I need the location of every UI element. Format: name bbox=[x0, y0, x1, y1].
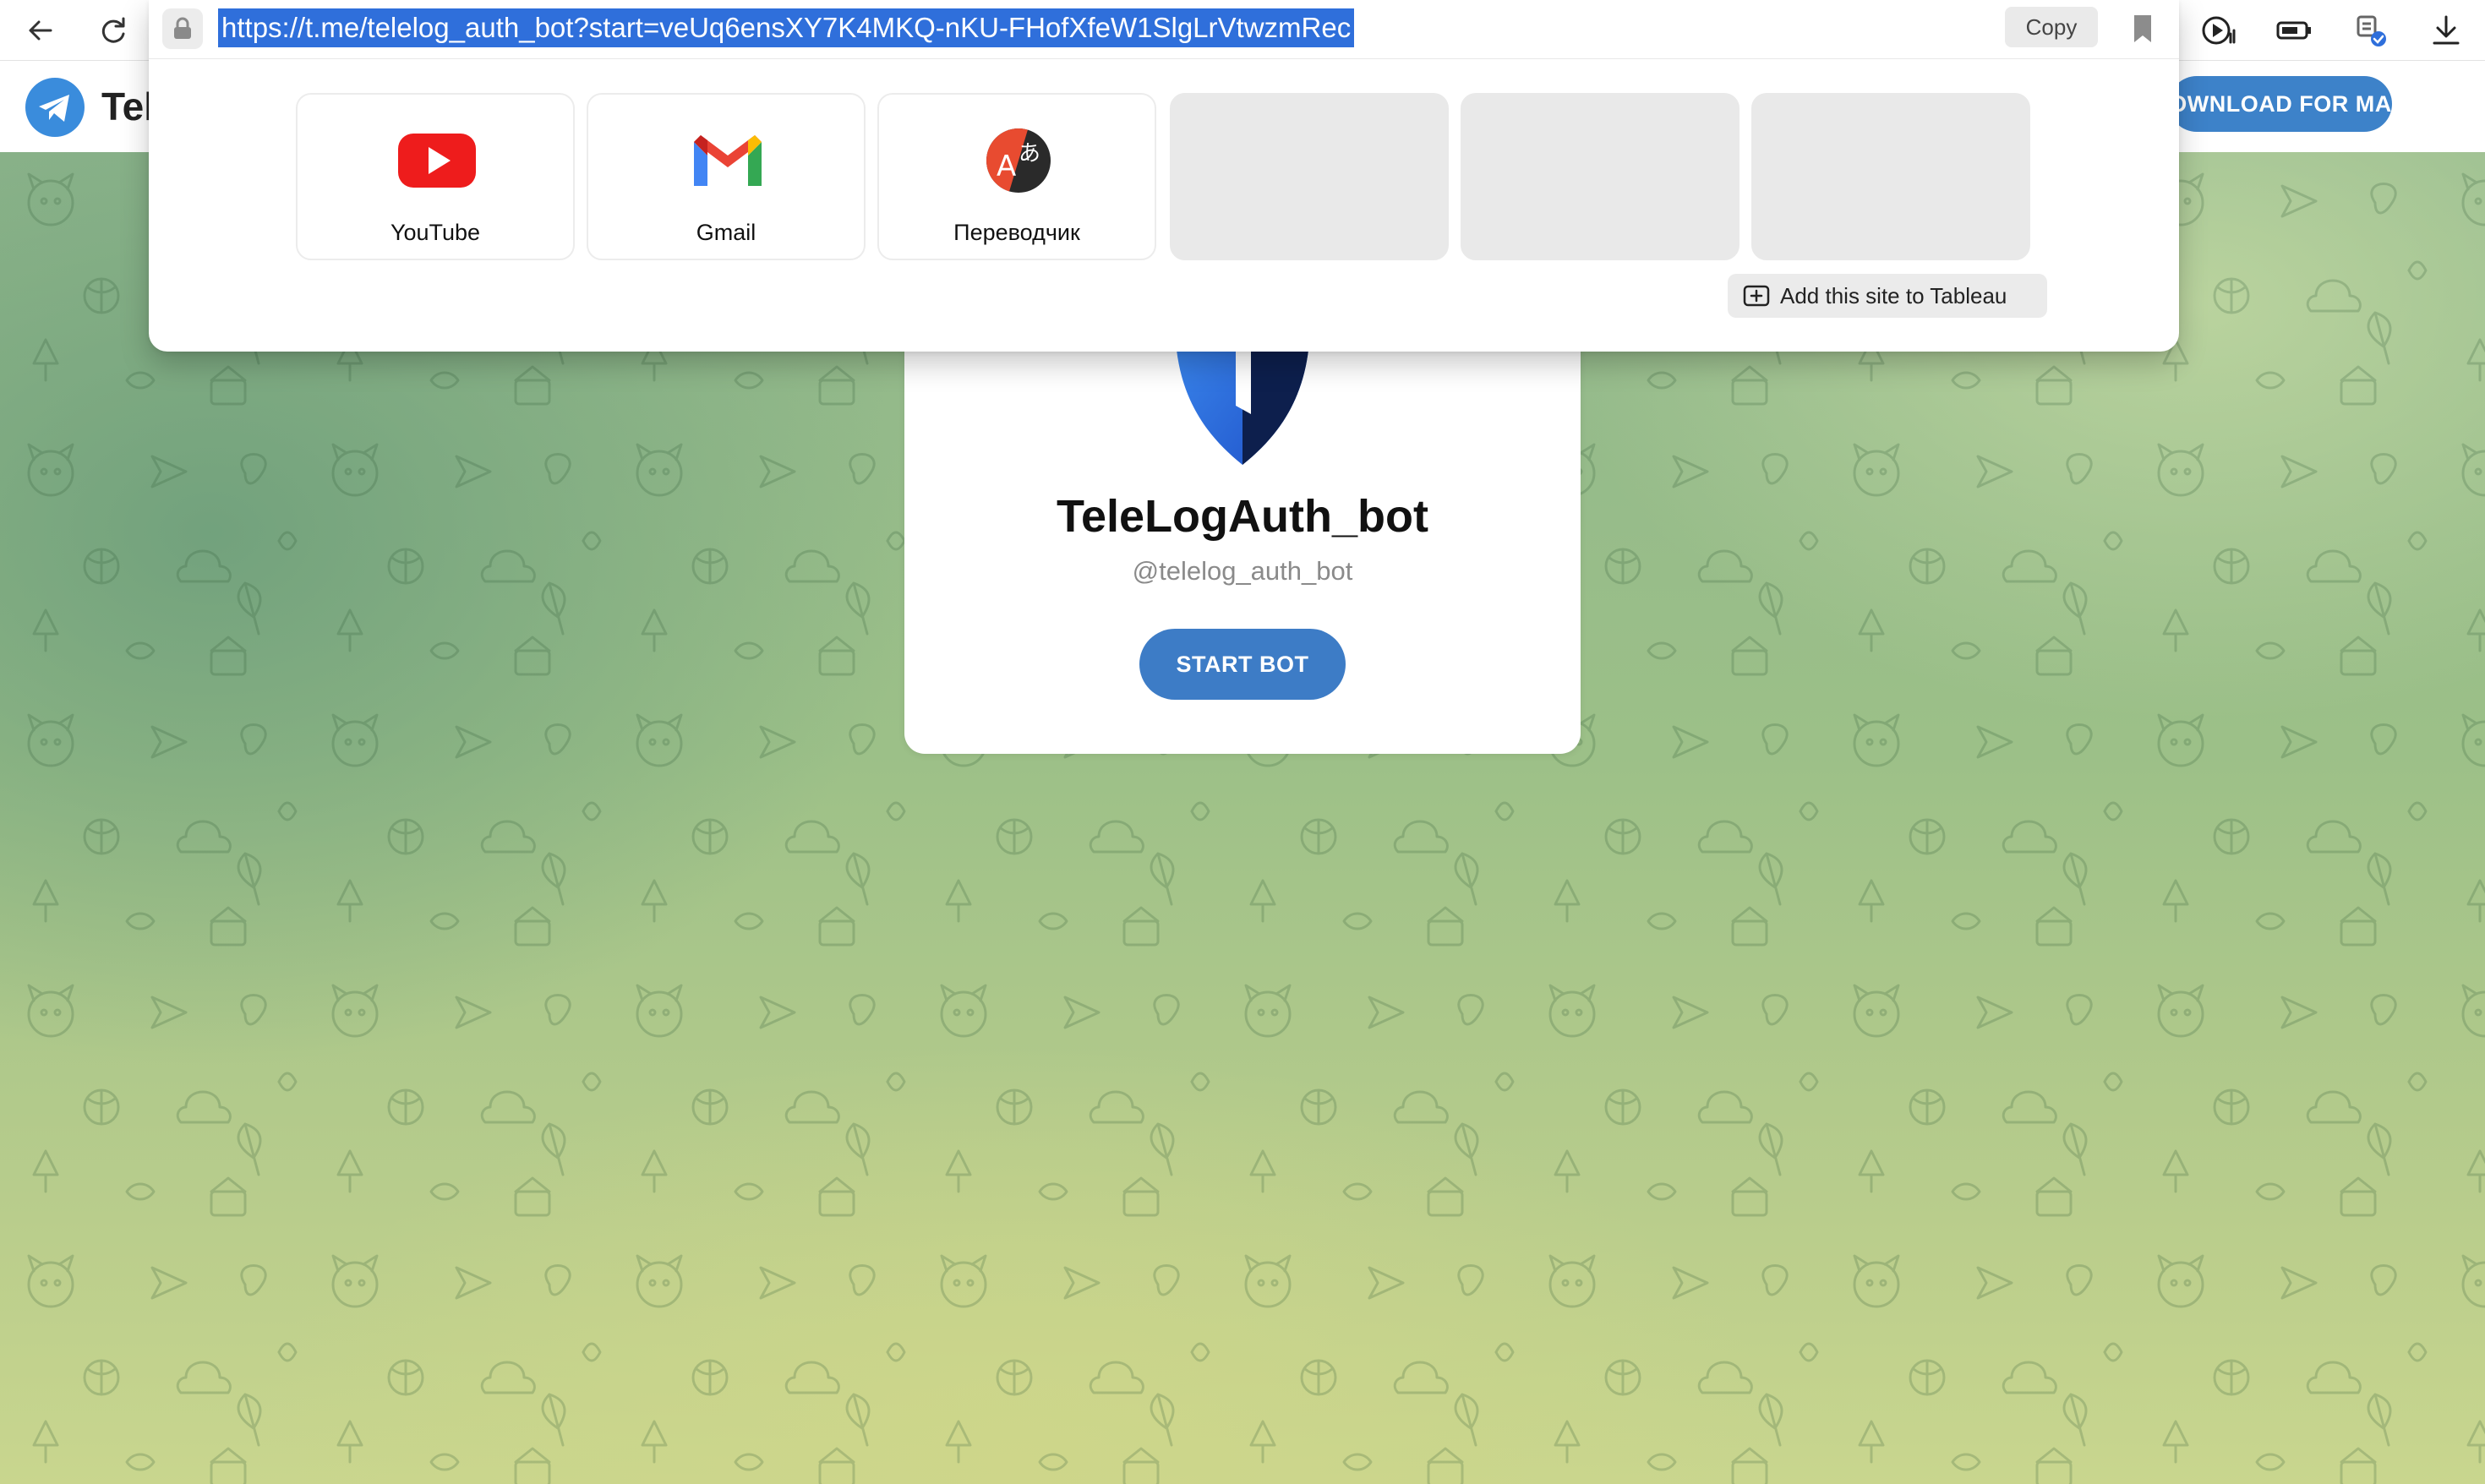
tile-label: Переводчик bbox=[953, 220, 1080, 245]
media-play-icon[interactable] bbox=[2199, 12, 2236, 49]
copy-url-button[interactable]: Copy bbox=[2005, 7, 2098, 47]
telegram-brand[interactable]: Tel bbox=[101, 83, 155, 130]
add-tile-icon bbox=[1743, 285, 1770, 307]
tableau-tile-youtube[interactable]: YouTube bbox=[296, 93, 575, 260]
bot-name: TeleLogAuth_bot bbox=[1057, 491, 1428, 542]
download-icon[interactable] bbox=[2428, 12, 2465, 49]
tableau-tile-empty[interactable] bbox=[1751, 93, 2030, 260]
start-bot-button[interactable]: START BOT bbox=[1139, 629, 1346, 700]
tile-label: YouTube bbox=[390, 220, 481, 245]
add-to-tableau-button[interactable]: Add this site to Tableau bbox=[1728, 274, 2047, 318]
extension-icon[interactable] bbox=[2351, 12, 2389, 49]
back-icon[interactable] bbox=[22, 12, 59, 49]
omnibox-dropdown: https://t.me/telelog_auth_bot?start=veUq… bbox=[149, 0, 2179, 352]
tableau-tile-empty[interactable] bbox=[1170, 93, 1449, 260]
tableau-tile-gmail[interactable]: Gmail bbox=[587, 93, 866, 260]
add-to-tableau-label: Add this site to Tableau bbox=[1780, 282, 2007, 308]
tile-label: Gmail bbox=[696, 220, 756, 245]
address-row: https://t.me/telelog_auth_bot?start=veUq… bbox=[149, 0, 2179, 59]
bookmark-icon[interactable] bbox=[2125, 10, 2160, 47]
reload-icon[interactable] bbox=[95, 12, 132, 49]
tableau-tile-translator[interactable]: A あ Переводчик bbox=[877, 93, 1156, 260]
telegram-logo-icon[interactable] bbox=[25, 78, 85, 137]
youtube-icon bbox=[396, 127, 478, 194]
bot-username: @telelog_auth_bot bbox=[1132, 556, 1353, 586]
download-for-mac-button[interactable]: DOWNLOAD FOR MAC bbox=[2152, 76, 2408, 132]
lock-icon[interactable] bbox=[162, 8, 203, 49]
address-bar-input[interactable]: https://t.me/telelog_auth_bot?start=veUq… bbox=[218, 8, 1355, 47]
gmail-icon bbox=[687, 127, 768, 194]
svg-text:A: A bbox=[997, 150, 1016, 183]
tableau-tile-empty[interactable] bbox=[1461, 93, 1740, 260]
translator-icon: A あ bbox=[978, 127, 1059, 194]
battery-icon[interactable] bbox=[2275, 12, 2313, 49]
svg-text:あ: あ bbox=[1019, 141, 1040, 166]
